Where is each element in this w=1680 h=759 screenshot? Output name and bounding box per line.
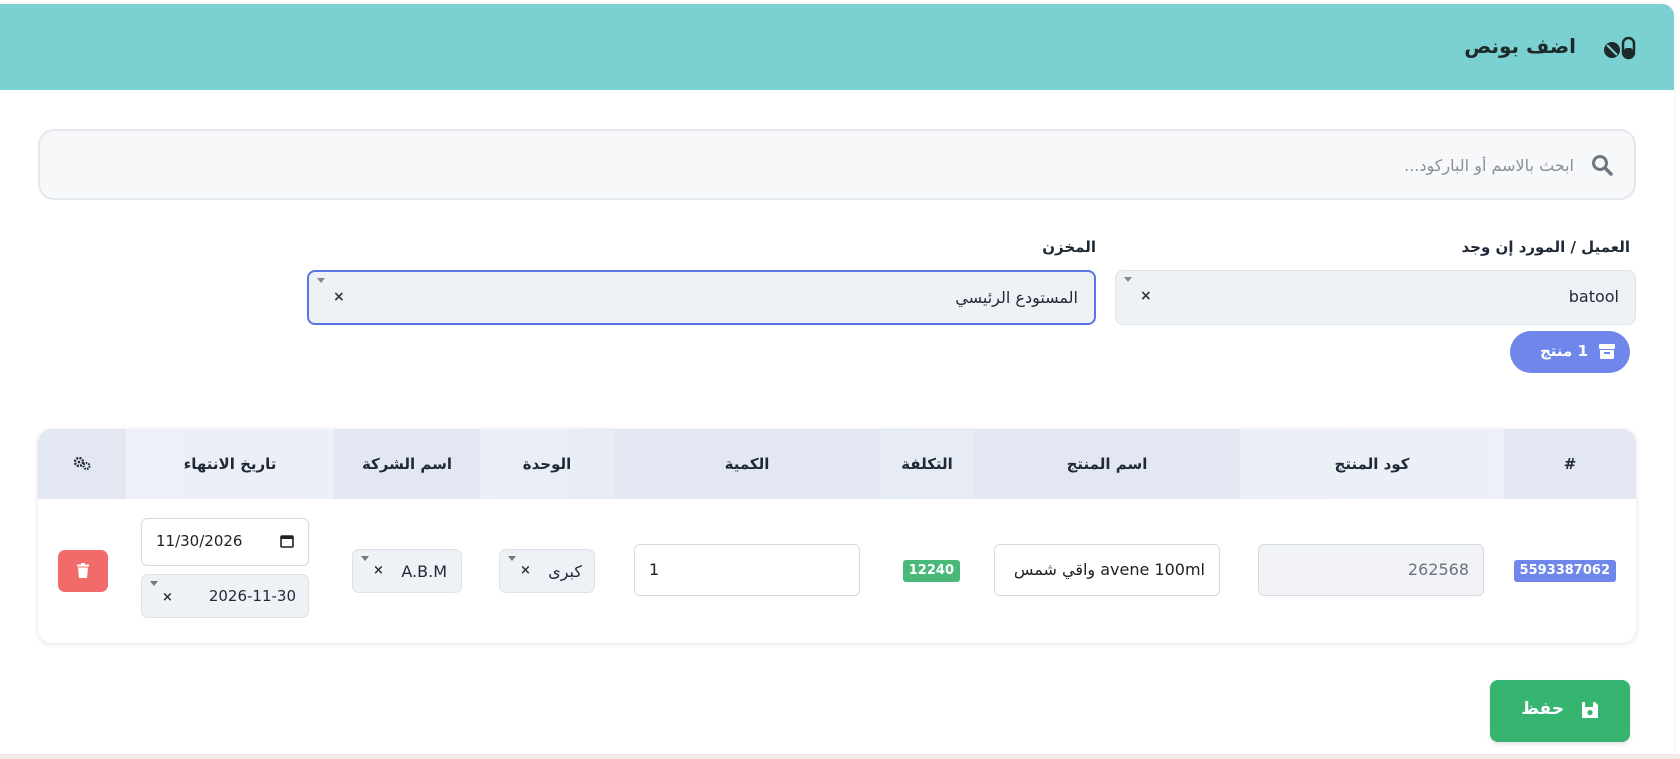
customer-label: العميل / المورد إن وجد	[1461, 238, 1631, 256]
cogs-icon	[73, 456, 91, 470]
pills-icon	[1604, 36, 1636, 60]
quantity-value: 1	[649, 560, 660, 579]
th-code: كود المنتج	[1334, 455, 1410, 473]
th-quantity: الكمية	[614, 429, 880, 499]
barcode-badge: 5593387062	[1513, 560, 1616, 582]
warehouse-value: المستودع الرئيسي	[955, 288, 1078, 307]
bottom-strip	[0, 754, 1680, 759]
th-unit: الوحدة	[522, 455, 572, 473]
customer-select[interactable]: batool ×	[1115, 270, 1636, 325]
page-title: اضف بونص	[1464, 34, 1576, 58]
bonus-card: اضف بونص العميل / المورد إن وجد batool ×…	[0, 4, 1674, 754]
th-cost: التكلفة	[901, 455, 953, 473]
product-count-label: 1 منتج	[1539, 342, 1588, 360]
expiry-date-value: 11/30/2026	[156, 532, 243, 550]
product-count-badge: 1 منتج	[1510, 331, 1630, 373]
customer-caret-icon	[1124, 277, 1132, 282]
box-icon	[1599, 344, 1615, 359]
floppy-disk-icon	[1582, 702, 1598, 718]
th-expiry: تاريخ الانتهاء	[183, 455, 277, 473]
search-icon	[1592, 155, 1613, 176]
search-box	[38, 129, 1636, 200]
unit-caret-icon	[508, 556, 516, 561]
save-label: حفظ	[1521, 699, 1564, 719]
expiry-clear-icon[interactable]: ×	[162, 590, 173, 605]
calendar-icon[interactable]	[280, 534, 294, 548]
th-company: اسم الشركة	[334, 429, 480, 499]
table-header: # كود المنتج اسم المنتج التكلفة الكمية ا…	[38, 429, 1636, 499]
unit-select[interactable]: كبرى ×	[499, 549, 595, 593]
code-value: 262568	[1407, 560, 1469, 579]
th-settings	[38, 429, 126, 499]
code-field: 262568	[1258, 544, 1484, 596]
unit-value: كبرى	[548, 562, 582, 581]
delete-row-button[interactable]	[58, 550, 108, 592]
expiry-select[interactable]: 2026-11-30 ×	[141, 574, 309, 618]
product-name-field[interactable]: avene 100ml واقي شمس	[994, 544, 1220, 596]
company-select[interactable]: A.B.M ×	[352, 549, 462, 593]
company-caret-icon	[361, 556, 369, 561]
company-clear-icon[interactable]: ×	[373, 563, 384, 578]
customer-value: batool	[1568, 287, 1619, 306]
expiry-caret-icon	[150, 581, 158, 586]
expiry-date-input[interactable]: 11/30/2026	[141, 518, 309, 566]
card-header: اضف بونص	[0, 4, 1674, 90]
quantity-input[interactable]: 1	[634, 544, 860, 596]
warehouse-label: المخزن	[1042, 238, 1096, 256]
expiry-select-value: 2026-11-30	[208, 587, 296, 605]
unit-clear-icon[interactable]: ×	[520, 563, 531, 578]
warehouse-clear-icon[interactable]: ×	[333, 289, 345, 305]
search-input[interactable]	[174, 149, 1574, 181]
warehouse-select[interactable]: المستودع الرئيسي ×	[307, 270, 1096, 325]
th-index: #	[1504, 429, 1636, 499]
save-button[interactable]: حفظ	[1490, 680, 1630, 742]
product-name-value: avene 100ml واقي شمس	[1013, 560, 1205, 579]
company-value: A.B.M	[401, 562, 447, 581]
th-name: اسم المنتج	[974, 429, 1240, 499]
trash-icon	[77, 563, 89, 578]
page: اضف بونص العميل / المورد إن وجد batool ×…	[0, 0, 1680, 759]
cost-badge: 12240	[902, 560, 960, 582]
products-table: # كود المنتج اسم المنتج التكلفة الكمية ا…	[38, 429, 1636, 643]
customer-clear-icon[interactable]: ×	[1140, 288, 1152, 304]
warehouse-caret-icon	[317, 278, 325, 283]
